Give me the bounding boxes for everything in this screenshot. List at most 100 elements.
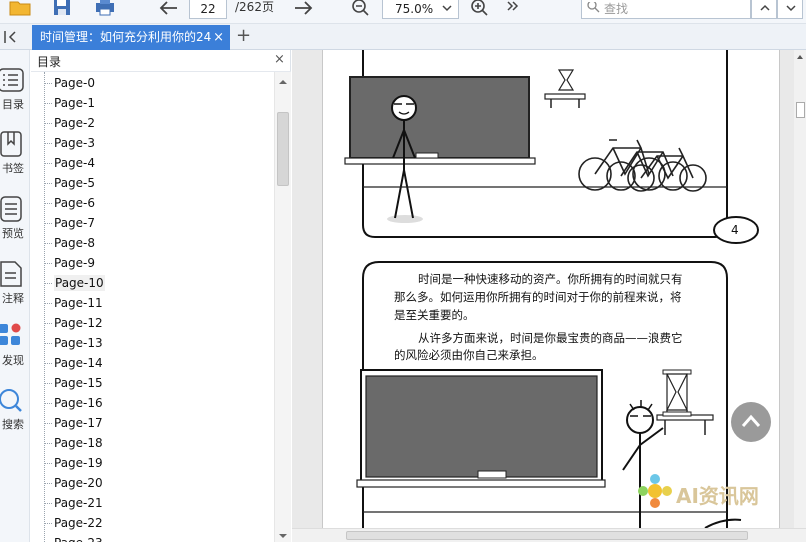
rail-label-bookmarks: 书签 [2, 162, 24, 175]
forward-arrow-icon[interactable] [292, 0, 314, 16]
toc-title: 目录 [37, 55, 62, 69]
new-tab-button[interactable]: + [236, 26, 251, 46]
paragraph-1-line-3: 是至关重要的。 [394, 308, 475, 322]
watermark-logo-icon [638, 474, 672, 508]
toc-item-label: Page-17 [54, 416, 103, 430]
toc-item[interactable]: Page-12 [42, 314, 103, 332]
scroll-up-arrow-icon[interactable] [794, 52, 806, 62]
chevron-up-icon [741, 414, 761, 427]
back-arrow-icon[interactable] [158, 0, 180, 16]
toc-item[interactable]: Page-7 [42, 214, 95, 232]
rail-item-bookmarks[interactable]: 书签 [0, 130, 30, 180]
toc-item-label: Page-11 [54, 296, 103, 310]
toc-item[interactable]: Page-20 [42, 474, 103, 492]
collapse-sidebar-icon[interactable] [2, 28, 20, 46]
toc-item[interactable]: Page-10 [42, 274, 105, 292]
zoom-value: 75.0% [395, 2, 434, 16]
zoom-in-icon[interactable] [469, 0, 491, 16]
toc-item[interactable]: Page-3 [42, 134, 95, 152]
toc-item-label: Page-6 [54, 196, 96, 210]
search-input[interactable]: 查找 [581, 0, 751, 19]
toc-item-label: Page-8 [54, 236, 96, 250]
toc-scrollbar[interactable] [274, 72, 291, 542]
open-folder-icon[interactable] [8, 0, 34, 16]
toc-item[interactable]: Page-13 [42, 334, 103, 352]
rail-item-preview[interactable]: 预览 [0, 195, 30, 245]
document-page: 4 时间是一种快速移动的资产。你所拥有的时间就只有 那么多。如何运用你所拥有的时… [322, 50, 780, 528]
zoom-select[interactable]: 75.0% [382, 0, 459, 19]
document-viewport[interactable]: 4 时间是一种快速移动的资产。你所拥有的时间就只有 那么多。如何运用你所拥有的时… [292, 50, 806, 542]
watermark-text: AI资讯网 [676, 484, 759, 508]
paragraph-1-line-2: 那么多。如何运用你所拥有的时间对于你的前程来说，将 [394, 290, 682, 304]
toc-item[interactable]: Page-9 [42, 254, 95, 272]
document-vertical-scrollbar[interactable] [794, 50, 806, 528]
document-vertical-scroll-thumb[interactable] [796, 102, 805, 118]
toc-item-label: Page-9 [54, 256, 96, 270]
toc-item-label: Page-18 [54, 436, 103, 450]
toc-item[interactable]: Page-11 [42, 294, 103, 312]
tab-close-button[interactable]: × [213, 25, 224, 50]
zoom-out-icon[interactable] [350, 0, 372, 16]
chevron-up-icon [760, 4, 770, 11]
toc-item-label: Page-0 [54, 76, 96, 90]
page-number-input[interactable]: 22 [189, 0, 227, 19]
toc-item-label: Page-16 [54, 396, 103, 410]
toc-item[interactable]: Page-23 [42, 534, 103, 542]
save-icon[interactable] [52, 0, 72, 16]
scroll-up-arrow-icon[interactable] [275, 76, 291, 88]
toc-item-label: Page-19 [54, 456, 103, 470]
annotation-icon [0, 261, 22, 287]
chevron-down-icon [786, 5, 796, 12]
toc-scrollbar-thumb[interactable] [277, 112, 289, 186]
toc-item[interactable]: Page-17 [42, 414, 103, 432]
rail-label-search: 搜索 [2, 418, 24, 431]
toc-item[interactable]: Page-8 [42, 234, 95, 252]
document-horizontal-scroll-thumb[interactable] [346, 531, 748, 540]
toc-item-label: Page-10 [54, 275, 105, 291]
toc-item[interactable]: Page-21 [42, 494, 103, 512]
toc-item-label: Page-5 [54, 176, 96, 190]
toc-item[interactable]: Page-0 [42, 74, 95, 92]
toc-item-label: Page-14 [54, 356, 103, 370]
more-icon[interactable] [506, 0, 520, 16]
toc-panel: 目录 × Page-0 Page-1 Page-2 Page-3 Page-4 Page-… [31, 50, 291, 542]
document-horizontal-scrollbar[interactable] [292, 528, 806, 542]
back-to-top-button[interactable] [731, 402, 771, 442]
print-icon[interactable] [94, 0, 116, 16]
rail-item-search[interactable]: 搜索 [0, 386, 30, 436]
toc-item[interactable]: Page-19 [42, 454, 103, 472]
toc-item[interactable]: Page-15 [42, 374, 103, 392]
rail-label-discover: 发现 [2, 354, 24, 367]
toc-item[interactable]: Page-1 [42, 94, 95, 112]
toc-close-button[interactable]: × [274, 52, 285, 67]
document-tab[interactable]: 时间管理：如何充分利用你的24 × [32, 25, 230, 50]
toc-item[interactable]: Page-6 [42, 194, 95, 212]
toc-item-label: Page-15 [54, 376, 103, 390]
toc-item-label: Page-1 [54, 96, 96, 110]
search-prev-button[interactable] [751, 0, 777, 19]
rail-label-toc: 目录 [2, 98, 24, 111]
toc-item-label: Page-4 [54, 156, 96, 170]
toc-item[interactable]: Page-4 [42, 154, 95, 172]
rail-label-preview: 预览 [2, 227, 24, 240]
discover-icon [0, 323, 21, 345]
document-tab-title: 时间管理：如何充分利用你的24 [40, 30, 212, 44]
toc-item[interactable]: Page-16 [42, 394, 103, 412]
toc-item[interactable]: Page-5 [42, 174, 95, 192]
toc-item[interactable]: Page-18 [42, 434, 103, 452]
toc-list: Page-0 Page-1 Page-2 Page-3 Page-4 Page-5 Page… [31, 72, 273, 542]
toc-item[interactable]: Page-22 [42, 514, 103, 532]
search-icon [0, 389, 22, 412]
toc-item[interactable]: Page-2 [42, 114, 95, 132]
scroll-down-arrow-icon[interactable] [275, 530, 291, 542]
rail-item-toc[interactable]: 目录 [0, 66, 30, 116]
rail-item-discover[interactable]: 发现 [0, 322, 30, 372]
toc-item-label: Page-23 [54, 536, 103, 542]
toc-item[interactable]: Page-14 [42, 354, 103, 372]
toc-item-label: Page-20 [54, 476, 103, 490]
paragraph-1-line-1: 时间是一种快速移动的资产。你所拥有的时间就只有 [418, 272, 683, 286]
tab-strip: 时间管理：如何充分利用你的24 × + [0, 24, 806, 50]
rail-label-annotations: 注释 [2, 292, 24, 305]
search-next-button[interactable] [777, 0, 803, 19]
rail-item-annotations[interactable]: 注释 [0, 260, 30, 310]
